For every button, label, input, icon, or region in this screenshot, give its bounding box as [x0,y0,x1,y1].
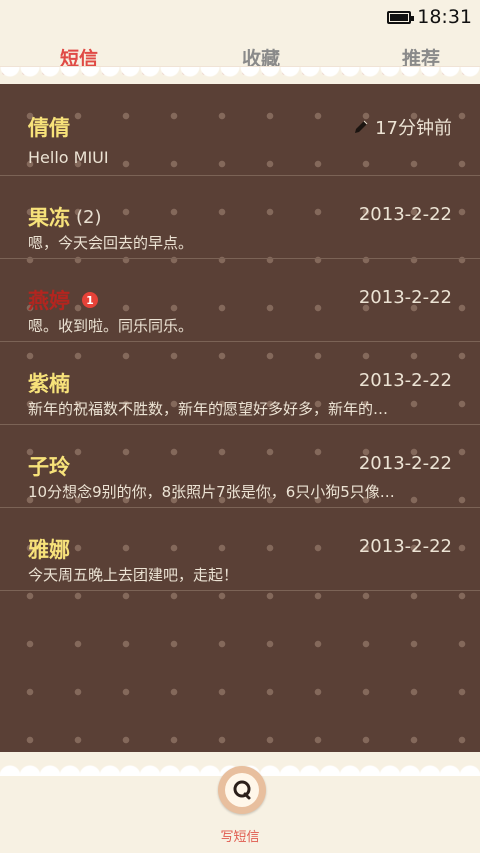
status-bar: 18:31 [0,0,480,34]
message-count: (2) [76,206,102,228]
compose-message-icon [233,780,251,800]
conversation-time: 2013-2-22 [358,453,452,474]
message-preview: Hello MIUI [28,148,109,167]
lace-decoration-top [0,66,480,92]
conversation-row[interactable]: 果冻 (2) 2013-2-22 嗯，今天会回去的早点。 [0,176,480,259]
conversation-list[interactable]: 倩倩 17分钟前 Hello MIUI 果冻 (2) 2013-2-22 嗯，今… [0,84,480,752]
message-preview: 今天周五晚上去团建吧，走起！ [28,566,239,584]
clock: 18:31 [417,6,472,28]
conversation-row[interactable]: 雅娜 2013-2-22 今天周五晚上去团建吧，走起！ [0,508,480,591]
conversation-row[interactable]: 燕婷 1 2013-2-22 嗯。收到啦。同乐同乐。 [0,259,480,342]
contact-name: 雅娜 [28,538,70,562]
compose-label[interactable]: 写短信 [0,826,480,845]
conversation-time: 17分钟前 [353,114,452,140]
unread-badge: 1 [82,292,98,308]
message-preview: 嗯，今天会回去的早点。 [28,234,194,252]
pencil-icon [355,120,368,133]
message-preview: 新年的祝福数不胜数，新年的愿望好多好多，新年的… [28,400,389,418]
message-preview: 嗯。收到啦。同乐同乐。 [28,317,194,335]
compose-button[interactable] [218,766,266,814]
conversation-time: 2013-2-22 [358,536,452,557]
contact-name: 燕婷 1 [28,285,98,315]
message-preview: 10分想念9别的你，8张照片7张是你，6只小狗5只像… [28,483,395,501]
conversation-row[interactable]: 倩倩 17分钟前 Hello MIUI [0,84,480,176]
conversation-row[interactable]: 紫楠 2013-2-22 新年的祝福数不胜数，新年的愿望好多好多，新年的… [0,342,480,425]
conversation-row[interactable]: 子玲 2013-2-22 10分想念9别的你，8张照片7张是你，6只小狗5只像… [0,425,480,508]
contact-name: 子玲 [28,455,70,479]
conversation-time: 2013-2-22 [358,204,452,225]
conversation-time: 2013-2-22 [358,370,452,391]
conversation-time: 2013-2-22 [358,287,452,308]
contact-name: 果冻 (2) [28,206,102,230]
battery-icon [387,10,415,24]
contact-name: 紫楠 [28,372,70,396]
contact-name: 倩倩 [28,116,70,140]
